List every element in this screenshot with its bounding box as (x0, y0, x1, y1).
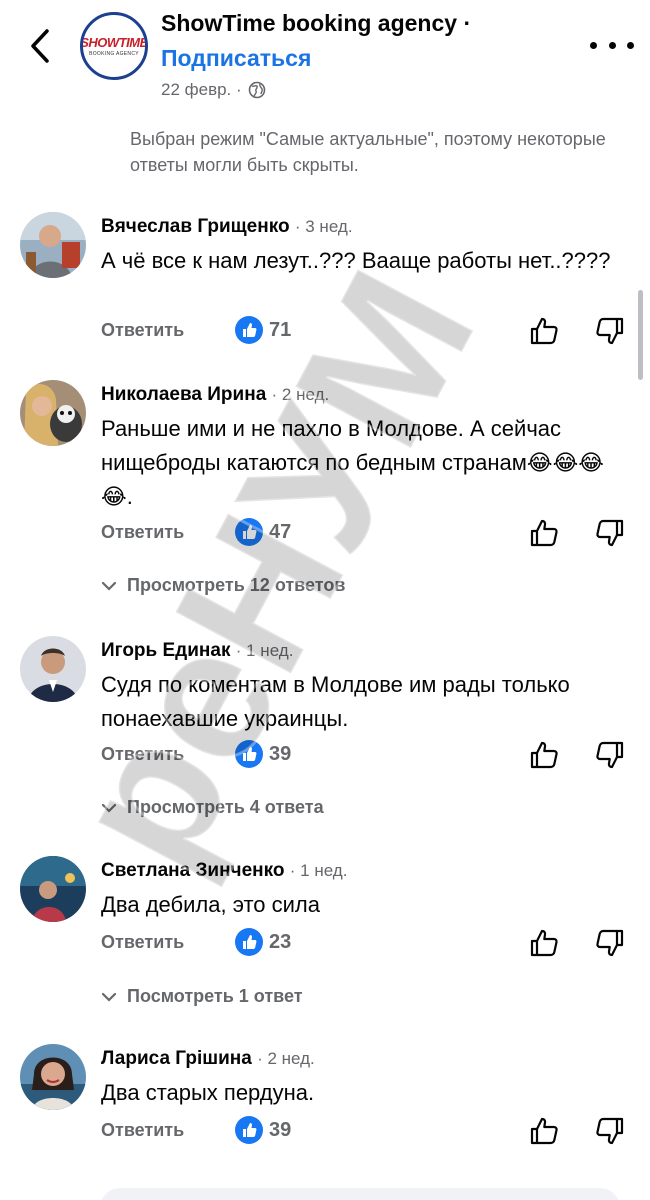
more-options-button[interactable] (590, 30, 634, 60)
reply-button[interactable]: Ответить (101, 522, 184, 543)
like-icon (235, 518, 263, 546)
comment-actions: Ответить 23 (101, 928, 631, 960)
view-replies-button[interactable]: Просмотреть 12 ответов (101, 575, 345, 596)
avatar[interactable] (20, 1044, 86, 1110)
post-header: SHOWTIME BOOKING AGENCY ShowTime booking… (0, 0, 650, 110)
back-button[interactable] (22, 24, 58, 68)
comment-actions: Ответить 39 (101, 740, 631, 772)
thumbs-up-icon[interactable] (529, 740, 559, 770)
comment-author-line: Игорь Единак · 1 нед. (101, 640, 293, 662)
like-icon (235, 1116, 263, 1144)
comment-text: Раньше ими и не пахло в Молдове. А сейча… (101, 416, 605, 509)
dot-icon (590, 41, 597, 49)
like-count: 39 (269, 1118, 292, 1141)
view-replies-label: Посмотреть 1 ответ (127, 986, 303, 1006)
filter-note: Выбран режим "Самые актуальные", поэтому… (130, 129, 606, 175)
comment-author[interactable]: Николаева Ирина (101, 384, 266, 405)
post-date: 22 февр. · (161, 80, 242, 99)
avatar-image (20, 212, 86, 278)
watermark: реНУМ (28, 238, 516, 902)
logo-text: SHOWTIME (80, 35, 148, 50)
comment-time: · 2 нед. (271, 385, 330, 404)
thumbs-up-icon[interactable] (529, 1116, 559, 1146)
comment-time: · 2 нед. (257, 1049, 315, 1068)
reply-button[interactable]: Ответить (101, 1120, 184, 1141)
comment-author-line: Вячеслав Грищенко · 3 нед. (101, 216, 353, 238)
like-count: 39 (269, 742, 292, 765)
comment-author[interactable]: Игорь Единак (101, 640, 230, 661)
like-summary[interactable]: 47 (235, 518, 291, 546)
comment-time: · 3 нед. (294, 217, 353, 236)
chevron-down-icon (101, 581, 117, 591)
view-replies-label: Просмотреть 4 ответа (127, 797, 324, 817)
like-icon (235, 316, 263, 344)
comment-time: · 1 нед. (235, 641, 294, 660)
thumbs-down-icon[interactable] (595, 316, 625, 346)
reply-button[interactable]: Ответить (101, 932, 184, 953)
thumbs-down-icon[interactable] (595, 928, 625, 958)
thumbs-down-icon[interactable] (595, 518, 625, 548)
reply-button[interactable]: Ответить (101, 744, 184, 765)
subscribe-button[interactable]: Подписаться (161, 45, 311, 72)
comment-time: · 1 нед. (289, 861, 348, 880)
logo-subtext: BOOKING AGENCY (89, 51, 139, 57)
view-replies-label: Просмотреть 12 ответов (127, 575, 346, 595)
like-summary[interactable]: 39 (235, 740, 291, 768)
comment-actions: Ответить 39 (101, 1116, 631, 1148)
dot-icon (627, 41, 634, 49)
chevron-down-icon (101, 803, 117, 813)
comment-author[interactable]: Вячеслав Грищенко (101, 216, 290, 237)
thumbs-up-icon[interactable] (529, 928, 559, 958)
avatar-image (20, 1044, 86, 1110)
avatar[interactable] (20, 212, 86, 278)
page-name[interactable]: ShowTime booking agency · (161, 10, 471, 37)
thumbs-up-icon[interactable] (529, 518, 559, 548)
reply-button[interactable]: Ответить (101, 320, 184, 341)
comment-author[interactable]: Светлана Зинченко (101, 860, 284, 881)
page-avatar[interactable]: SHOWTIME BOOKING AGENCY (80, 12, 148, 80)
comment-text: Два дебила, это сила (101, 892, 320, 917)
chevron-down-icon (101, 992, 117, 1002)
comment-text: Два старых пердуна. (101, 1080, 315, 1105)
scrollbar[interactable] (638, 290, 643, 380)
like-summary[interactable]: 23 (235, 928, 291, 956)
dot-icon (608, 41, 616, 49)
comment-author-line: Светлана Зинченко · 1 нед. (101, 860, 347, 882)
avatar-image (20, 856, 86, 922)
post-meta: 22 февр. · (161, 80, 266, 100)
view-replies-button[interactable]: Просмотреть 4 ответа (101, 797, 324, 818)
thumbs-up-icon[interactable] (529, 316, 559, 346)
comment-author[interactable]: Лариса Грішина (101, 1048, 252, 1069)
comment-author-line: Николаева Ирина · 2 нед. (101, 384, 329, 406)
avatar[interactable] (20, 636, 86, 702)
avatar-image (20, 380, 86, 446)
like-count: 71 (269, 318, 292, 341)
chevron-left-icon (31, 29, 49, 63)
avatar[interactable] (20, 380, 86, 446)
comment-text: А чё все к нам лезут..??? Вааще работы н… (101, 248, 611, 273)
comment-actions: Ответить 47 (101, 518, 631, 550)
comment-input-bar[interactable] (100, 1188, 620, 1200)
comment-text: Судя по коментам в Молдове им рады тольк… (101, 672, 570, 731)
like-count: 23 (269, 930, 292, 953)
avatar-image (20, 636, 86, 702)
like-summary[interactable]: 39 (235, 1116, 291, 1144)
like-summary[interactable]: 71 (235, 316, 291, 344)
comment-author-line: Лариса Грішина · 2 нед. (101, 1048, 315, 1070)
avatar[interactable] (20, 856, 86, 922)
globe-icon (248, 81, 265, 99)
like-icon (235, 928, 263, 956)
like-icon (235, 740, 263, 768)
view-replies-button[interactable]: Посмотреть 1 ответ (101, 986, 303, 1007)
thumbs-down-icon[interactable] (595, 1116, 625, 1146)
comment-actions: Ответить 71 (101, 316, 631, 348)
thumbs-down-icon[interactable] (595, 740, 625, 770)
like-count: 47 (269, 520, 292, 543)
